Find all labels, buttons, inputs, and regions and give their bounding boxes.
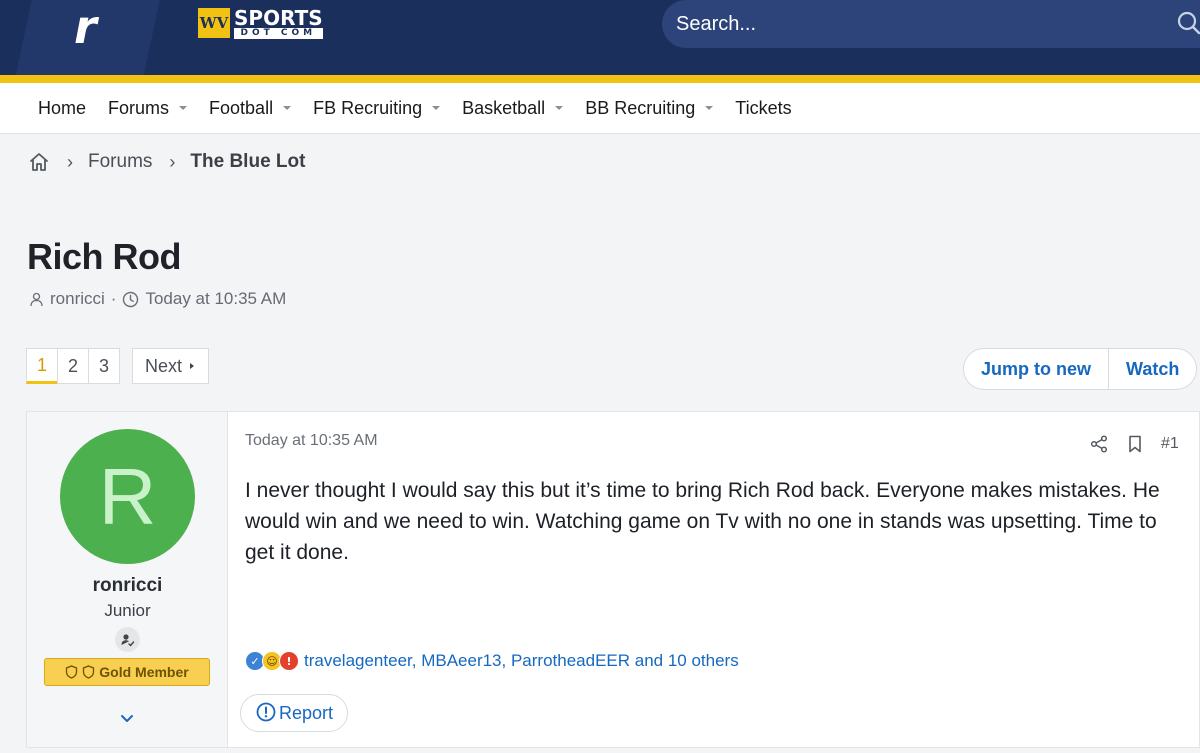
angry-icon: !	[279, 651, 299, 671]
reaction-icons: ✓ ☺ !	[245, 651, 299, 671]
reactions-bar[interactable]: ✓ ☺ ! travelagenteer, MBAeer13, Parrothe…	[245, 651, 739, 671]
search-icon[interactable]	[1176, 10, 1200, 36]
pagination: 1 2 3 Next	[26, 348, 210, 384]
post-body: I never thought I would say this but it’…	[245, 479, 1160, 564]
search-input[interactable]	[676, 0, 1156, 48]
report-label: Report	[279, 702, 334, 723]
share-icon[interactable]	[1089, 434, 1109, 454]
nav-label: Football	[209, 97, 274, 118]
watch-button[interactable]: Watch	[1108, 349, 1196, 389]
post-tools: #1	[1089, 434, 1179, 454]
shield-icon	[66, 665, 78, 679]
bookmark-icon[interactable]	[1125, 434, 1145, 454]
site-header: r WV SPORTS DOT COM	[0, 0, 1200, 75]
chevron-down-icon[interactable]	[119, 712, 135, 724]
nav-label: Tickets	[735, 97, 792, 118]
nav-label: Home	[38, 97, 87, 118]
breadcrumb-separator: ›	[169, 151, 176, 172]
next-page-button[interactable]: Next	[132, 348, 210, 384]
page-1-button[interactable]: 1	[26, 348, 58, 384]
nav-label: FB Recruiting	[313, 97, 423, 118]
thread-actions: Jump to new Watch	[963, 348, 1198, 390]
caret-down-icon[interactable]	[179, 106, 188, 110]
home-icon[interactable]	[28, 151, 50, 173]
post-number[interactable]: #1	[1161, 435, 1179, 453]
reaction-users[interactable]: travelagenteer, MBAeer13, ParrotheadEER …	[304, 651, 739, 671]
brand-name: SPORTS	[234, 5, 323, 30]
caret-down-icon[interactable]	[705, 106, 714, 110]
nav-item-football[interactable]: Football	[198, 83, 302, 134]
caret-down-icon[interactable]	[283, 106, 292, 110]
user-verified-icon	[115, 627, 140, 652]
nav-item-bb-recruiting[interactable]: BB Recruiting	[574, 83, 724, 134]
thread-meta: ronricci · Today at 10:35 AM	[29, 289, 286, 309]
breadcrumb: › Forums › The Blue Lot	[28, 147, 305, 177]
nav-item-fb-recruiting[interactable]: FB Recruiting	[302, 83, 451, 134]
page-3-button[interactable]: 3	[88, 348, 120, 384]
avatar[interactable]: R	[60, 429, 195, 564]
caret-down-icon[interactable]	[432, 106, 441, 110]
post: R ronricci Junior Gold Member Today at 1…	[26, 411, 1200, 748]
gold-member-label: Gold Member	[99, 664, 189, 680]
gold-member-badge[interactable]: Gold Member	[44, 658, 210, 686]
meta-separator: ·	[110, 289, 117, 308]
brand-wordmark: SPORTS DOT COM	[234, 8, 323, 39]
nav-label: Forums	[108, 97, 170, 118]
breadcrumb-current[interactable]: The Blue Lot	[190, 151, 305, 173]
thread-author[interactable]: ronricci	[50, 289, 105, 309]
post-date[interactable]: Today at 10:35 AM	[245, 432, 378, 450]
brand-subtitle: DOT COM	[234, 27, 323, 39]
caret-right-icon	[190, 363, 195, 369]
nav-item-forums[interactable]: Forums	[97, 83, 198, 134]
site-logo[interactable]: WV SPORTS DOT COM	[196, 6, 323, 40]
search-bar[interactable]	[662, 0, 1200, 48]
next-label: Next	[145, 355, 183, 376]
thread-time[interactable]: Today at 10:35 AM	[145, 289, 286, 309]
jump-to-new-button[interactable]: Jump to new	[964, 349, 1108, 389]
nav-item-tickets[interactable]: Tickets	[724, 83, 802, 134]
post-user-panel: R ronricci Junior Gold Member	[27, 412, 228, 747]
post-username[interactable]: ronricci	[27, 575, 228, 597]
report-button[interactable]: Report	[240, 694, 349, 732]
alert-circle-icon	[256, 702, 276, 722]
page-title: Rich Rod	[27, 236, 182, 277]
user-icon	[30, 292, 43, 306]
nav-item-home[interactable]: Home	[27, 83, 97, 134]
breadcrumb-separator: ›	[67, 151, 73, 172]
rivals-logo[interactable]: r	[74, 0, 97, 54]
page-2-button[interactable]: 2	[57, 348, 89, 384]
clock-icon	[123, 291, 139, 307]
caret-down-icon[interactable]	[555, 106, 564, 110]
user-title: Junior	[104, 601, 151, 620]
nav-label: Basketball	[462, 97, 546, 118]
wv-badge: WV	[196, 6, 232, 40]
main-nav: Home Forums Football FB Recruiting Baske…	[0, 83, 1200, 134]
nav-item-basketball[interactable]: Basketball	[451, 83, 574, 134]
shield-icon	[83, 665, 95, 679]
nav-label: BB Recruiting	[585, 97, 696, 118]
breadcrumb-forums[interactable]: Forums	[88, 151, 152, 173]
